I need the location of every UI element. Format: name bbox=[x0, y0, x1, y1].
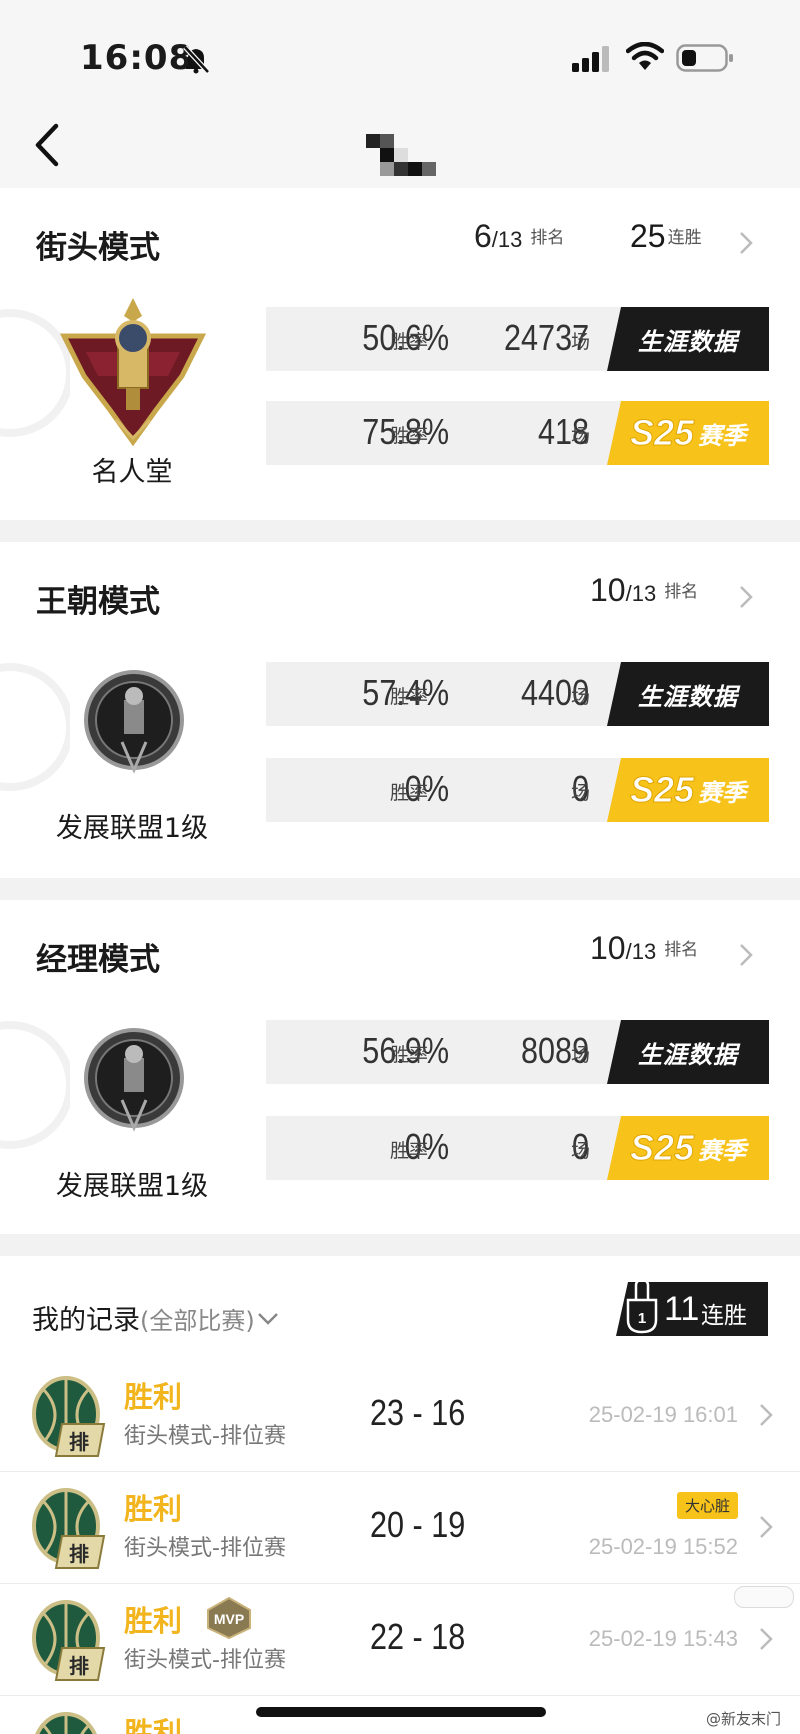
match-records-section: 我的记录(全部比赛) 1 11 连胜 排 胜利 街头模式-排位赛 23 - 16… bbox=[0, 1256, 800, 1734]
match-result: 胜利 bbox=[124, 1716, 183, 1734]
match-score: 23 - 16 bbox=[370, 1392, 466, 1433]
games-unit: 场 bbox=[571, 331, 591, 353]
win-rate-unit: 胜率 bbox=[390, 331, 429, 353]
match-row[interactable]: 排 胜利 街头模式-排位赛 20 - 19 大心脏 25-02-19 15:52 bbox=[0, 1472, 800, 1584]
section-title: 经理模式 bbox=[36, 942, 160, 978]
ranked-match-icon: 排 bbox=[32, 1600, 106, 1681]
section-title: 街头模式 bbox=[36, 230, 160, 266]
career-data-tag[interactable]: 生涯数据 bbox=[607, 307, 769, 371]
manager-mode-section: 经理模式 10/13 排名 发展联盟1级 56.9% 胜率 8089 场 生涯数据… bbox=[0, 900, 800, 1256]
rank-tier-label: 发展联盟1级 bbox=[55, 813, 209, 844]
match-score: 22 - 18 bbox=[370, 1616, 466, 1657]
status-bar: 16:08 bbox=[0, 0, 800, 110]
win-streak-badge: 1 11 连胜 bbox=[616, 1282, 768, 1336]
svg-text:排: 排 bbox=[69, 1430, 89, 1454]
match-time: 25-02-19 16:01 bbox=[588, 1402, 738, 1427]
chevron-right-icon[interactable] bbox=[736, 230, 756, 256]
mvp-badge-icon: MVP bbox=[207, 1596, 251, 1640]
streak-display[interactable]: 25 连胜 bbox=[630, 218, 702, 255]
development-league-rank-icon bbox=[84, 1028, 184, 1132]
match-result: 胜利 bbox=[124, 1492, 183, 1526]
bell-slash-icon bbox=[183, 45, 210, 74]
win-rate-unit: 胜率 bbox=[390, 425, 429, 447]
watermark-logo bbox=[734, 1586, 794, 1608]
svg-text:MVP: MVP bbox=[214, 1611, 244, 1627]
development-league-rank-icon bbox=[84, 670, 184, 774]
rank-display[interactable]: 6/13 排名 bbox=[474, 218, 564, 255]
career-data-tag[interactable]: 生涯数据 bbox=[607, 1020, 769, 1084]
match-result: 胜利 bbox=[124, 1380, 183, 1414]
streak-count: 11 bbox=[664, 1290, 700, 1328]
chevron-right-icon[interactable] bbox=[756, 1514, 776, 1540]
win-rate-unit: 胜率 bbox=[390, 1044, 429, 1066]
streak-unit: 连胜 bbox=[701, 1303, 747, 1329]
career-data-tag[interactable]: 生涯数据 bbox=[607, 662, 769, 726]
foam-finger-icon: 1 bbox=[626, 1282, 658, 1334]
section-watermark-icon bbox=[0, 1021, 70, 1149]
games-unit: 场 bbox=[571, 1044, 591, 1066]
match-time: 25-02-19 15:52 bbox=[588, 1534, 738, 1559]
chevron-right-icon[interactable] bbox=[756, 1402, 776, 1428]
rank-display[interactable]: 10/13 排名 bbox=[590, 572, 698, 609]
win-rate-unit: 胜率 bbox=[390, 1140, 429, 1162]
match-mode: 街头模式-排位赛 bbox=[124, 1424, 286, 1449]
profile-avatar-pixelated[interactable] bbox=[366, 134, 450, 176]
season-tag[interactable]: S25 赛季 bbox=[607, 758, 769, 822]
match-row[interactable]: 排 胜利 MVP 街头模式-排位赛 22 - 18 25-02-19 15:43 bbox=[0, 1584, 800, 1696]
section-watermark-icon bbox=[0, 663, 70, 791]
match-mode: 街头模式-排位赛 bbox=[124, 1536, 286, 1561]
win-rate-unit: 胜率 bbox=[390, 686, 429, 708]
dynasty-mode-section: 王朝模式 10/13 排名 发展联盟1级 57.4% 胜率 4400 场 生涯数据… bbox=[0, 542, 800, 900]
rank-tier-label: 名人堂 bbox=[91, 457, 173, 488]
chevron-right-icon[interactable] bbox=[736, 942, 756, 968]
status-time: 16:08 bbox=[80, 38, 194, 78]
rank-display[interactable]: 10/13 排名 bbox=[590, 930, 698, 967]
season-tag[interactable]: S25 赛季 bbox=[607, 1116, 769, 1180]
clutch-badge: 大心脏 bbox=[676, 1492, 738, 1519]
career-stats-row[interactable]: 56.9% 胜率 8089 场 生涯数据 bbox=[266, 1020, 769, 1084]
battery-icon bbox=[676, 44, 733, 72]
chevron-down-icon[interactable] bbox=[257, 1312, 279, 1326]
match-row[interactable]: 排 胜利 街头模式-排位赛 23 - 16 25-02-19 16:01 bbox=[0, 1360, 800, 1472]
records-title: 我的记录 bbox=[32, 1305, 140, 1336]
section-title: 王朝模式 bbox=[36, 584, 160, 620]
career-stats-row[interactable]: 50.6% 胜率 24737 场 生涯数据 bbox=[266, 307, 769, 371]
street-mode-section: 街头模式 6/13 排名 25 连胜 名人堂 50.6% 胜率 24737 场 生涯… bbox=[0, 188, 800, 542]
wifi-icon bbox=[626, 42, 664, 70]
ranked-match-icon: 排 bbox=[32, 1376, 106, 1457]
season-tag[interactable]: S25 赛季 bbox=[607, 401, 769, 465]
season-stats-row[interactable]: 75.8% 胜率 418 场 S25 赛季 bbox=[266, 401, 769, 465]
chevron-right-icon[interactable] bbox=[756, 1626, 776, 1652]
nav-bar bbox=[0, 110, 800, 188]
season-stats-row[interactable]: 0% 胜率 0 场 S25 赛季 bbox=[266, 1116, 769, 1180]
home-indicator[interactable] bbox=[256, 1707, 546, 1717]
records-header[interactable]: 我的记录(全部比赛) bbox=[32, 1298, 279, 1337]
hall-of-fame-rank-icon bbox=[59, 298, 207, 446]
chevron-right-icon[interactable] bbox=[736, 584, 756, 610]
watermark-text: @新友末门 bbox=[706, 1710, 782, 1728]
ranked-match-icon: 排 bbox=[35, 1712, 97, 1734]
career-stats-row[interactable]: 57.4% 胜率 4400 场 生涯数据 bbox=[266, 662, 769, 726]
svg-text:排: 排 bbox=[69, 1654, 89, 1678]
back-arrow-icon[interactable] bbox=[30, 120, 64, 170]
games-unit: 场 bbox=[571, 782, 591, 804]
games-unit: 场 bbox=[571, 686, 591, 708]
win-rate-unit: 胜率 bbox=[390, 782, 429, 804]
svg-text:1: 1 bbox=[638, 1310, 646, 1327]
match-mode: 街头模式-排位赛 bbox=[124, 1648, 286, 1673]
records-filter[interactable]: (全部比赛) bbox=[140, 1307, 255, 1335]
games-unit: 场 bbox=[571, 1140, 591, 1162]
games-unit: 场 bbox=[571, 425, 591, 447]
rank-tier-label: 发展联盟1级 bbox=[55, 1171, 209, 1202]
cellular-signal-icon bbox=[572, 46, 609, 72]
season-stats-row[interactable]: 0% 胜率 0 场 S25 赛季 bbox=[266, 758, 769, 822]
match-score: 20 - 19 bbox=[370, 1504, 466, 1545]
match-result: 胜利 bbox=[124, 1604, 183, 1638]
svg-text:排: 排 bbox=[69, 1542, 89, 1566]
ranked-match-icon: 排 bbox=[32, 1488, 106, 1569]
match-time: 25-02-19 15:43 bbox=[588, 1626, 738, 1651]
